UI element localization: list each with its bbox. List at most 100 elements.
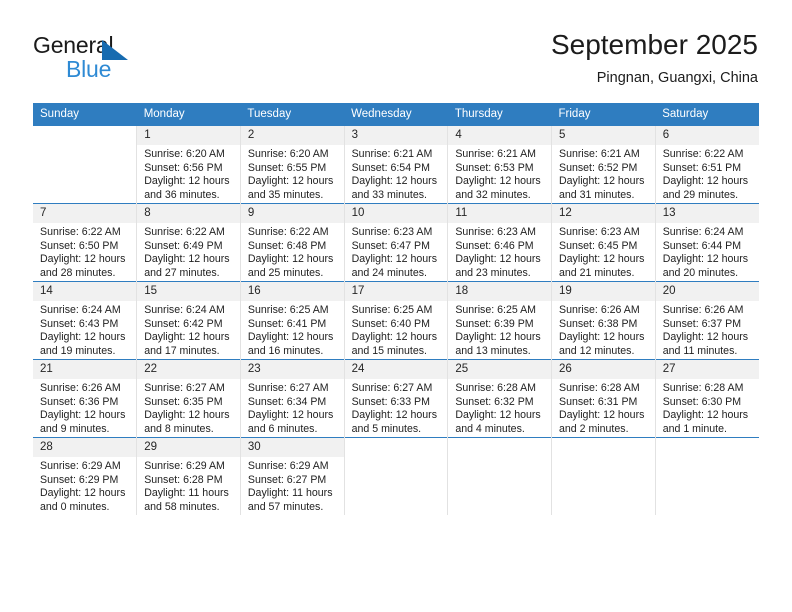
sunset-text: Sunset: 6:49 PM bbox=[144, 239, 223, 252]
calendar-day-cell[interactable]: 12 Sunrise: 6:23 AM Sunset: 6:45 PM Dayligh… bbox=[551, 203, 656, 282]
sunrise-text: Sunrise: 6:28 AM bbox=[662, 382, 744, 394]
calendar-day-cell[interactable]: 5 Sunrise: 6:21 AM Sunset: 6:52 PM Daylight… bbox=[551, 125, 656, 204]
daylight-text-line1: Daylight: 11 hours bbox=[247, 487, 333, 500]
calendar-day-cell[interactable]: 17 Sunrise: 6:25 AM Sunset: 6:40 PM Dayligh… bbox=[343, 281, 448, 360]
daylight-text-line2: and 32 minutes. bbox=[455, 188, 531, 201]
day-details: Sunrise: 6:20 AM Sunset: 6:56 PM Daylight:… bbox=[137, 145, 240, 202]
title-block: September 2025 Pingnan, Guangxi, China bbox=[551, 28, 758, 88]
daylight-text-line1: Daylight: 12 hours bbox=[662, 175, 749, 188]
day-number: 22 bbox=[137, 360, 240, 379]
calendar-day-cell[interactable]: 7 Sunrise: 6:22 AM Sunset: 6:50 PM Daylight… bbox=[33, 203, 137, 282]
calendar-day-cell[interactable]: 15 Sunrise: 6:24 AM Sunset: 6:42 PM Dayligh… bbox=[136, 281, 241, 360]
day-number: 21 bbox=[33, 360, 137, 379]
calendar-day-cell[interactable]: 4 Sunrise: 6:21 AM Sunset: 6:53 PM Daylight… bbox=[447, 125, 552, 204]
day-details: Sunrise: 6:21 AM Sunset: 6:54 PM Daylight:… bbox=[345, 145, 448, 202]
calendar-day-cell[interactable]: 20 Sunrise: 6:26 AM Sunset: 6:37 PM Dayligh… bbox=[654, 281, 759, 360]
day-details: Sunrise: 6:25 AM Sunset: 6:40 PM Daylight:… bbox=[345, 301, 448, 358]
calendar-day-cell[interactable]: 13 Sunrise: 6:24 AM Sunset: 6:44 PM Dayligh… bbox=[654, 203, 759, 282]
daylight-text-line2: and 58 minutes. bbox=[144, 500, 220, 513]
calendar-day-cell[interactable]: 22 Sunrise: 6:27 AM Sunset: 6:35 PM Dayligh… bbox=[136, 359, 241, 438]
calendar-day-cell[interactable]: 16 Sunrise: 6:25 AM Sunset: 6:41 PM Dayligh… bbox=[239, 281, 345, 360]
calendar-day-cell-empty bbox=[33, 125, 137, 204]
daylight-text-line1: Daylight: 12 hours bbox=[455, 331, 541, 344]
calendar-day-cell[interactable]: 6 Sunrise: 6:22 AM Sunset: 6:51 PM Daylight… bbox=[654, 125, 759, 204]
calendar-day-cell[interactable]: 1 Sunrise: 6:20 AM Sunset: 6:56 PM Daylight… bbox=[136, 125, 241, 204]
daylight-text-line1: Daylight: 12 hours bbox=[144, 175, 230, 188]
calendar-day-cell[interactable]: 10 Sunrise: 6:23 AM Sunset: 6:47 PM Dayligh… bbox=[343, 203, 448, 282]
daylight-text-line1: Daylight: 11 hours bbox=[144, 487, 229, 500]
calendar-day-cell[interactable]: 14 Sunrise: 6:24 AM Sunset: 6:43 PM Dayligh… bbox=[33, 281, 137, 360]
daylight-text-line2: and 8 minutes. bbox=[144, 422, 214, 435]
day-number: 29 bbox=[137, 438, 240, 457]
sunrise-text: Sunrise: 6:27 AM bbox=[144, 382, 225, 394]
daylight-text-line2: and 0 minutes. bbox=[40, 500, 110, 513]
calendar-day-cell[interactable]: 3 Sunrise: 6:21 AM Sunset: 6:54 PM Daylight… bbox=[343, 125, 448, 204]
calendar-day-cell[interactable]: 30 Sunrise: 6:29 AM Sunset: 6:27 PM Dayligh… bbox=[239, 437, 345, 515]
weekday-header-thursday: Thursday bbox=[447, 103, 552, 126]
calendar-day-cell[interactable]: 29 Sunrise: 6:29 AM Sunset: 6:28 PM Dayligh… bbox=[136, 437, 241, 515]
calendar-day-cell[interactable]: 23 Sunrise: 6:27 AM Sunset: 6:34 PM Dayligh… bbox=[239, 359, 345, 438]
calendar-day-cell[interactable]: 18 Sunrise: 6:25 AM Sunset: 6:39 PM Dayligh… bbox=[447, 281, 552, 360]
sunrise-text: Sunrise: 6:24 AM bbox=[144, 304, 225, 316]
sunset-text: Sunset: 6:29 PM bbox=[40, 473, 119, 486]
calendar-week-row: 21 Sunrise: 6:26 AM Sunset: 6:36 PM Dayligh… bbox=[33, 359, 759, 438]
calendar-day-cell-empty bbox=[447, 437, 552, 515]
calendar-day-cell[interactable]: 28 Sunrise: 6:29 AM Sunset: 6:29 PM Dayligh… bbox=[33, 437, 137, 515]
day-number: 28 bbox=[33, 438, 137, 457]
daylight-text-line1: Daylight: 12 hours bbox=[247, 253, 334, 266]
sunset-text: Sunset: 6:37 PM bbox=[662, 317, 742, 330]
calendar-day-cell[interactable]: 21 Sunrise: 6:26 AM Sunset: 6:36 PM Dayligh… bbox=[33, 359, 137, 438]
page-title: September 2025 bbox=[550, 29, 758, 60]
sunrise-text: Sunrise: 6:26 AM bbox=[40, 382, 121, 394]
calendar-body: 1 Sunrise: 6:20 AM Sunset: 6:56 PM Daylight… bbox=[33, 125, 759, 515]
day-number: 17 bbox=[344, 282, 448, 301]
day-number: 10 bbox=[344, 204, 448, 223]
daylight-text-line1: Daylight: 12 hours bbox=[40, 253, 126, 266]
calendar-day-cell[interactable]: 26 Sunrise: 6:28 AM Sunset: 6:31 PM Dayligh… bbox=[551, 359, 656, 438]
day-number: 19 bbox=[552, 282, 655, 301]
daylight-text-line1: Daylight: 12 hours bbox=[559, 253, 645, 266]
day-number bbox=[655, 438, 759, 457]
sunrise-text: Sunrise: 6:22 AM bbox=[40, 226, 121, 238]
sunset-text: Sunset: 6:56 PM bbox=[144, 161, 223, 174]
sunrise-text: Sunrise: 6:23 AM bbox=[559, 226, 640, 238]
calendar-day-cell[interactable]: 9 Sunrise: 6:22 AM Sunset: 6:48 PM Daylight… bbox=[239, 203, 345, 282]
daylight-text-line2: and 35 minutes. bbox=[247, 188, 324, 201]
sunset-text: Sunset: 6:42 PM bbox=[144, 317, 223, 330]
day-number: 12 bbox=[552, 204, 655, 223]
day-details: Sunrise: 6:22 AM Sunset: 6:49 PM Daylight:… bbox=[137, 223, 240, 280]
day-details: Sunrise: 6:24 AM Sunset: 6:42 PM Daylight:… bbox=[137, 301, 240, 358]
day-details: Sunrise: 6:27 AM Sunset: 6:34 PM Daylight:… bbox=[241, 379, 344, 436]
calendar-day-cell[interactable]: 19 Sunrise: 6:26 AM Sunset: 6:38 PM Dayligh… bbox=[551, 281, 656, 360]
sunrise-text: Sunrise: 6:28 AM bbox=[455, 382, 536, 394]
sunrise-text: Sunrise: 6:24 AM bbox=[40, 304, 121, 316]
sunrise-text: Sunrise: 6:22 AM bbox=[247, 226, 329, 238]
day-details: Sunrise: 6:26 AM Sunset: 6:36 PM Daylight:… bbox=[33, 379, 136, 436]
sunrise-text: Sunrise: 6:22 AM bbox=[144, 226, 225, 238]
day-details: Sunrise: 6:27 AM Sunset: 6:35 PM Daylight:… bbox=[137, 379, 240, 436]
daylight-text-line2: and 25 minutes. bbox=[247, 266, 324, 279]
calendar-day-cell[interactable]: 25 Sunrise: 6:28 AM Sunset: 6:32 PM Dayligh… bbox=[447, 359, 552, 438]
sunset-text: Sunset: 6:41 PM bbox=[247, 317, 327, 330]
sunset-text: Sunset: 6:52 PM bbox=[559, 161, 638, 174]
calendar-day-cell[interactable]: 2 Sunrise: 6:20 AM Sunset: 6:55 PM Daylight… bbox=[239, 125, 345, 204]
daylight-text-line2: and 12 minutes. bbox=[559, 344, 635, 357]
sunset-text: Sunset: 6:34 PM bbox=[247, 395, 327, 408]
general-blue-logo[interactable]: General Blue bbox=[33, 32, 233, 84]
calendar-day-cell[interactable]: 24 Sunrise: 6:27 AM Sunset: 6:33 PM Dayligh… bbox=[343, 359, 448, 438]
daylight-text-line1: Daylight: 12 hours bbox=[144, 253, 230, 266]
day-number bbox=[344, 438, 448, 457]
calendar-day-cell[interactable]: 8 Sunrise: 6:22 AM Sunset: 6:49 PM Daylight… bbox=[136, 203, 241, 282]
calendar-day-cell[interactable]: 27 Sunrise: 6:28 AM Sunset: 6:30 PM Dayligh… bbox=[654, 359, 759, 438]
sunset-text: Sunset: 6:40 PM bbox=[351, 317, 430, 330]
sunset-text: Sunset: 6:50 PM bbox=[40, 239, 119, 252]
day-details: Sunrise: 6:20 AM Sunset: 6:55 PM Daylight:… bbox=[241, 145, 344, 202]
day-details: Sunrise: 6:29 AM Sunset: 6:29 PM Daylight:… bbox=[33, 457, 136, 514]
day-number: 9 bbox=[240, 204, 344, 223]
day-number: 7 bbox=[33, 204, 137, 223]
day-number: 2 bbox=[240, 126, 344, 145]
calendar-day-cell[interactable]: 11 Sunrise: 6:23 AM Sunset: 6:46 PM Dayligh… bbox=[447, 203, 552, 282]
day-details: Sunrise: 6:27 AM Sunset: 6:33 PM Daylight:… bbox=[345, 379, 448, 436]
sunset-text: Sunset: 6:30 PM bbox=[662, 395, 742, 408]
sunset-text: Sunset: 6:39 PM bbox=[455, 317, 534, 330]
